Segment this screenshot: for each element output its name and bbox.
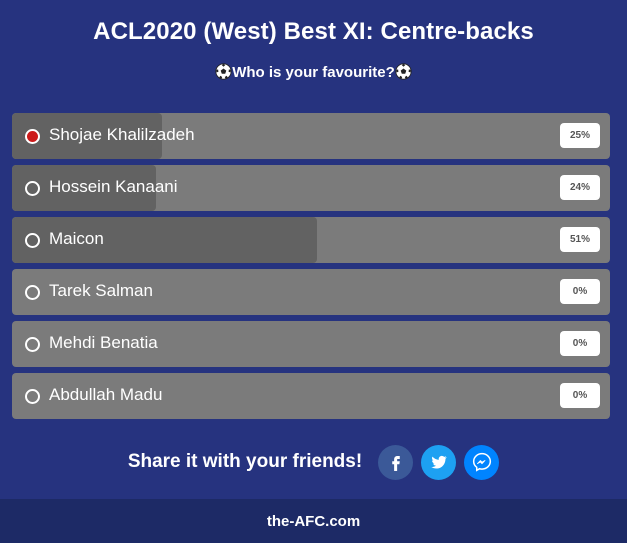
poll-subtitle-text: Who is your favourite? bbox=[232, 64, 395, 81]
poll-option-abdullah-madu[interactable]: Abdullah Madu 0% bbox=[12, 373, 610, 419]
radio-button[interactable] bbox=[25, 337, 40, 352]
twitter-share-button[interactable] bbox=[421, 444, 457, 480]
poll-option-hossein-kanaani[interactable]: Hossein Kanaani 24% bbox=[12, 165, 610, 211]
footer: the-AFC.com bbox=[0, 499, 627, 543]
poll-option-tarek-salman[interactable]: Tarek Salman 0% bbox=[12, 269, 610, 315]
poll-subtitle: Who is your favourite? bbox=[0, 63, 627, 81]
radio-button[interactable] bbox=[25, 129, 40, 144]
poll-title: ACL2020 (West) Best XI: Centre-backs bbox=[93, 18, 534, 45]
percent-badge: 0% bbox=[560, 383, 600, 408]
radio-button[interactable] bbox=[25, 389, 40, 404]
percent-badge: 0% bbox=[560, 279, 600, 304]
poll-option-mehdi-benatia[interactable]: Mehdi Benatia 0% bbox=[12, 321, 610, 367]
messenger-icon bbox=[472, 452, 491, 472]
percent-badge: 51% bbox=[560, 227, 600, 252]
site-link[interactable]: the-AFC.com bbox=[267, 513, 360, 530]
poll-option-maicon[interactable]: Maicon 51% bbox=[12, 217, 610, 263]
radio-button[interactable] bbox=[25, 233, 40, 248]
messenger-share-button[interactable] bbox=[464, 444, 500, 480]
share-bar: Share it with your friends! bbox=[0, 443, 627, 481]
radio-button[interactable] bbox=[25, 181, 40, 196]
option-label: Maicon bbox=[49, 229, 104, 248]
poll-options: Shojae Khalilzadeh 25% Hossein Kanaani 2… bbox=[12, 113, 610, 425]
facebook-share-button[interactable] bbox=[378, 444, 414, 480]
option-label: Hossein Kanaani bbox=[49, 177, 178, 196]
poll-option-shojae-khalilzadeh[interactable]: Shojae Khalilzadeh 25% bbox=[12, 113, 610, 159]
soccer-ball-icon bbox=[215, 63, 232, 80]
option-label: Abdullah Madu bbox=[49, 385, 163, 404]
twitter-icon bbox=[430, 455, 447, 469]
radio-button[interactable] bbox=[25, 285, 40, 300]
option-label: Shojae Khalilzadeh bbox=[49, 125, 195, 144]
soccer-ball-icon bbox=[395, 63, 412, 80]
poll-widget: ACL2020 (West) Best XI: Centre-backs Who… bbox=[0, 0, 627, 543]
percent-badge: 25% bbox=[560, 123, 600, 148]
percent-badge: 0% bbox=[560, 331, 600, 356]
share-label: Share it with your friends! bbox=[127, 451, 363, 472]
option-label: Tarek Salman bbox=[49, 281, 153, 300]
option-label: Mehdi Benatia bbox=[49, 333, 158, 352]
percent-badge: 24% bbox=[560, 175, 600, 200]
facebook-icon bbox=[391, 456, 400, 471]
